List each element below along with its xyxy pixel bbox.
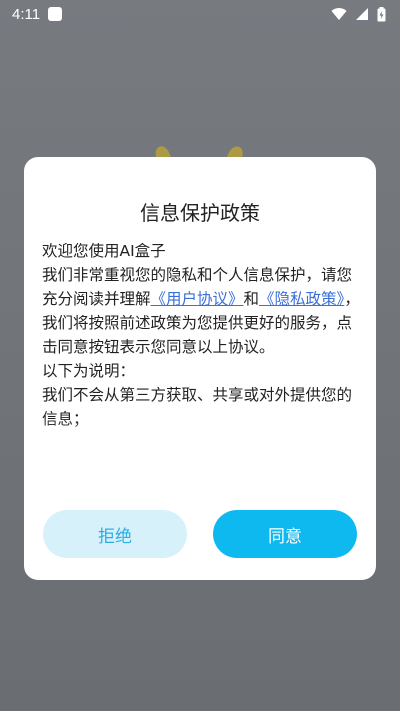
intro-paragraph: 我们非常重视您的隐私和个人信息保护，请您充分阅读并理解《用户协议》和《隐私政策》… <box>42 263 362 359</box>
dialog-title: 信息保护政策 <box>140 201 260 225</box>
scroll-fade-overlay <box>42 419 362 459</box>
reject-button[interactable]: 拒绝 <box>43 510 187 558</box>
agree-button[interactable]: 同意 <box>213 510 357 558</box>
battery-icon <box>377 6 386 21</box>
and-text: 和 <box>243 290 260 308</box>
status-time: 4:11 <box>12 5 41 23</box>
notification-square-icon <box>48 7 63 21</box>
user-agreement-link[interactable]: 《用户协议》 <box>151 290 244 308</box>
privacy-policy-dialog: 信息保护政策 欢迎您使用AI盒子 我们非常重视您的隐私和个人信息保护，请您充分阅… <box>24 157 376 580</box>
explain-line: 以下为说明： <box>42 362 136 380</box>
signal-icon <box>356 8 368 20</box>
wifi-icon <box>331 8 347 20</box>
welcome-line: 欢迎您使用AI盒子 <box>42 242 166 260</box>
status-bar: 4:11 <box>0 0 400 28</box>
privacy-policy-link[interactable]: 《隐私政策》 <box>259 290 344 308</box>
dialog-body[interactable]: 欢迎您使用AI盒子 我们非常重视您的隐私和个人信息保护，请您充分阅读并理解《用户… <box>42 239 362 459</box>
